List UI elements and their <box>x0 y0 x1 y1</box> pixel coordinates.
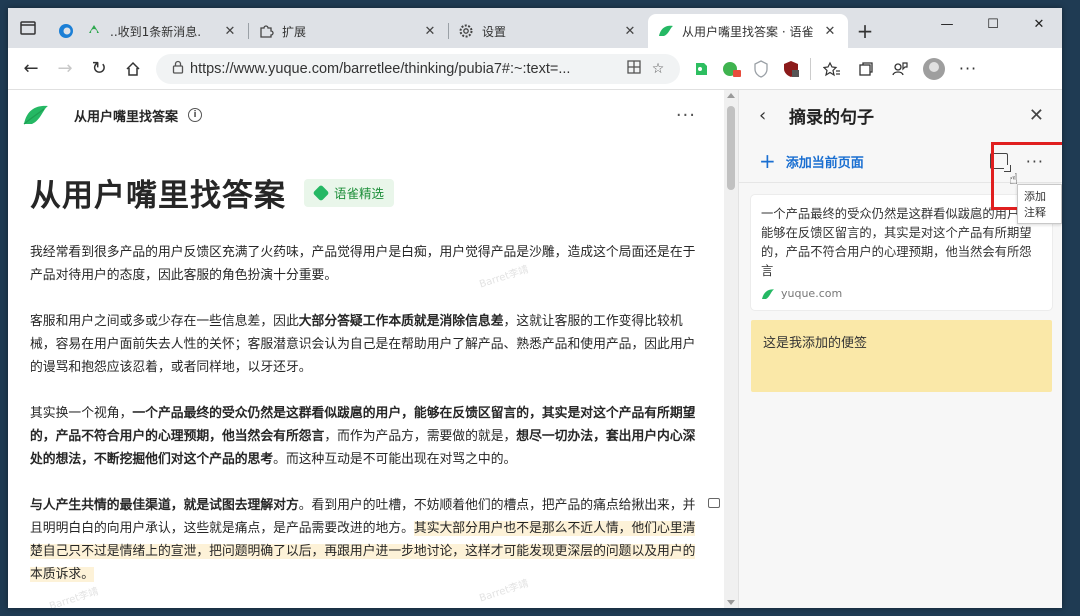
tab-yuque[interactable]: 从用户嘴里找答案 · 语雀 ✕ <box>648 14 848 48</box>
text-run: 其实换一个视角， <box>30 406 133 421</box>
tab-close-icon[interactable]: ✕ <box>622 24 638 39</box>
gear-icon <box>458 23 474 39</box>
tab-actions-button[interactable] <box>8 8 48 48</box>
panel-title: 摘录的句子 <box>789 107 874 128</box>
browser-toolbar: ← → ↻ https://www.yuque.com/barretlee/th… <box>8 48 1062 90</box>
shield-extension-icon[interactable] <box>746 54 776 84</box>
maximize-icon[interactable]: ☐ <box>970 8 1016 40</box>
info-icon[interactable]: i <box>188 108 203 122</box>
title-row: 从用户嘴里找答案 语雀精选 <box>30 170 700 215</box>
feedback-icon <box>892 61 908 75</box>
clippings-panel: ‹ 摘录的句子 ✕ + 添加当前页面 ··· 一个产品最终的受众仍然是这群看似跋… <box>738 90 1062 608</box>
document-page: 从用户嘴里找答案 i ··· 从用户嘴里找答案 语雀精选 我经常看到很多产品的用… <box>8 90 722 608</box>
comment-icon[interactable] <box>708 498 720 508</box>
back-chevron-icon[interactable]: ‹ <box>759 105 779 126</box>
tab-title: 设置 <box>482 24 507 39</box>
panel-close-icon[interactable]: ✕ <box>1029 105 1044 126</box>
clipping-card[interactable]: 一个产品最终的受众仍然是这群看似跋扈的用户，能够在反馈区留言的，其实是对这个产品… <box>751 195 1052 310</box>
forward-button[interactable]: → <box>48 52 82 86</box>
new-tab-button[interactable]: + <box>848 14 882 48</box>
bold-run: 大部分答疑工作本质就是消除信息差 <box>298 314 504 329</box>
badge-icon <box>312 184 330 201</box>
scrollbar-thumb[interactable] <box>727 106 735 190</box>
settings-more-button[interactable]: ··· <box>951 52 985 86</box>
ublock-extension-icon[interactable] <box>776 54 806 84</box>
lock-icon <box>166 60 190 78</box>
tab-wechat[interactable]: ..收到1条新消息. ✕ <box>48 14 248 48</box>
collections-icon <box>859 61 873 76</box>
scroll-up-icon[interactable] <box>727 93 735 98</box>
plus-icon: + <box>759 149 776 173</box>
tab-title: 扩展 <box>282 24 307 39</box>
wechat-icon <box>86 23 102 39</box>
sticky-note-text: 这是我添加的便签 <box>763 336 868 351</box>
page-more-icon[interactable]: ··· <box>676 105 696 126</box>
yuque-icon <box>762 288 774 299</box>
sticky-note[interactable]: 这是我添加的便签 <box>751 320 1052 392</box>
refresh-button[interactable]: ↻ <box>82 52 116 86</box>
close-window-icon[interactable]: ✕ <box>1016 8 1062 40</box>
tab-extensions[interactable]: 扩展 ✕ <box>248 14 448 48</box>
edge-icon <box>58 23 74 39</box>
add-note-tooltip: 添加注释 <box>1017 184 1062 224</box>
feedback-button[interactable] <box>883 52 917 86</box>
scroll-down-icon[interactable] <box>727 600 735 605</box>
paragraph-4: 与人产生共情的最佳渠道，就是试图去理解对方。看到用户的吐槽，不妨顺着他们的槽点，… <box>30 494 700 586</box>
wechat-extension-icon[interactable] <box>716 54 746 84</box>
clipping-source-domain: yuque.com <box>781 287 843 300</box>
window-controls: — ☐ ✕ <box>924 8 1062 40</box>
clipping-source[interactable]: yuque.com <box>761 287 1042 300</box>
paragraph-2: 客服和用户之间或多或少存在一些信息差，因此大部分答疑工作本质就是消除信息差，这就… <box>30 310 700 379</box>
back-button[interactable]: ← <box>14 52 48 86</box>
badge-label: 语雀精选 <box>334 186 385 201</box>
page-title: 从用户嘴里找答案 <box>30 178 286 214</box>
paragraph-3: 其实换一个视角，一个产品最终的受众仍然是这群看似跋扈的用户，能够在反馈区留言的，… <box>30 402 700 471</box>
address-bar[interactable]: https://www.yuque.com/barretlee/thinking… <box>156 53 680 84</box>
content-area: 从用户嘴里找答案 i ··· 从用户嘴里找答案 语雀精选 我经常看到很多产品的用… <box>8 90 1062 608</box>
avatar <box>923 57 945 80</box>
tab-title: 从用户嘴里找答案 · 语雀 <box>682 24 814 39</box>
tab-close-icon[interactable]: ✕ <box>222 24 238 39</box>
puzzle-icon <box>258 23 274 39</box>
tab-strip: ..收到1条新消息. ✕ 扩展 ✕ 设置 ✕ 从用户嘴里找答案 · 语雀 ✕ + <box>8 8 1062 48</box>
featured-badge[interactable]: 语雀精选 <box>304 178 395 207</box>
profile-button[interactable] <box>917 52 951 86</box>
add-current-page-button[interactable]: + 添加当前页面 <box>759 149 864 173</box>
page-scrollbar[interactable] <box>724 90 738 608</box>
watermark: Barret李靖 <box>48 586 100 608</box>
doc-breadcrumb[interactable]: 从用户嘴里找答案 <box>74 106 178 125</box>
browser-window: ..收到1条新消息. ✕ 扩展 ✕ 设置 ✕ 从用户嘴里找答案 · 语雀 ✕ + <box>8 8 1062 608</box>
home-button[interactable] <box>116 52 150 86</box>
tab-close-icon[interactable]: ✕ <box>822 24 838 39</box>
text-run: 。而这种互动是不可能出现在对骂之中的。 <box>273 452 517 467</box>
bold-run: 与人产生共情的最佳渠道，就是试图去理解对方 <box>30 498 299 513</box>
tab-close-icon[interactable]: ✕ <box>422 24 438 39</box>
collections-button[interactable] <box>849 52 883 86</box>
page-header: 从用户嘴里找答案 i ··· <box>8 90 722 140</box>
toolbar-divider <box>810 57 811 80</box>
reader-view-icon[interactable] <box>622 59 646 79</box>
text-run: 客服和用户之间或多或少存在一些信息差，因此 <box>30 314 299 329</box>
tab-actions-icon <box>20 21 36 35</box>
home-icon <box>126 61 140 76</box>
panel-header: ‹ 摘录的句子 ✕ <box>739 90 1062 140</box>
favorites-button[interactable] <box>815 52 849 86</box>
tab-settings[interactable]: 设置 ✕ <box>448 14 648 48</box>
paragraph-1: 我经常看到很多产品的用户反馈区充满了火药味，产品觉得用户是白痴，用户觉得产品是沙… <box>30 245 696 283</box>
tab-title: ..收到1条新消息. <box>110 24 202 39</box>
address-url[interactable]: https://www.yuque.com/barretlee/thinking… <box>190 61 622 77</box>
favorites-icon <box>823 61 840 76</box>
minimize-icon[interactable]: — <box>924 8 970 40</box>
evernote-extension-icon[interactable] <box>686 54 716 84</box>
document-body: 从用户嘴里找答案 语雀精选 我经常看到很多产品的用户反馈区充满了火药味，产品觉得… <box>8 170 722 586</box>
yuque-icon <box>658 23 674 39</box>
yuque-logo-icon[interactable] <box>22 103 50 127</box>
clipping-text: 一个产品最终的受众仍然是这群看似跋扈的用户，能够在反馈区留言的，其实是对这个产品… <box>761 207 1032 278</box>
add-current-page-label: 添加当前页面 <box>785 155 864 171</box>
text-run: ，而作为产品方，需要做的就是， <box>324 429 517 444</box>
favorite-star-icon[interactable]: ☆ <box>646 61 670 77</box>
